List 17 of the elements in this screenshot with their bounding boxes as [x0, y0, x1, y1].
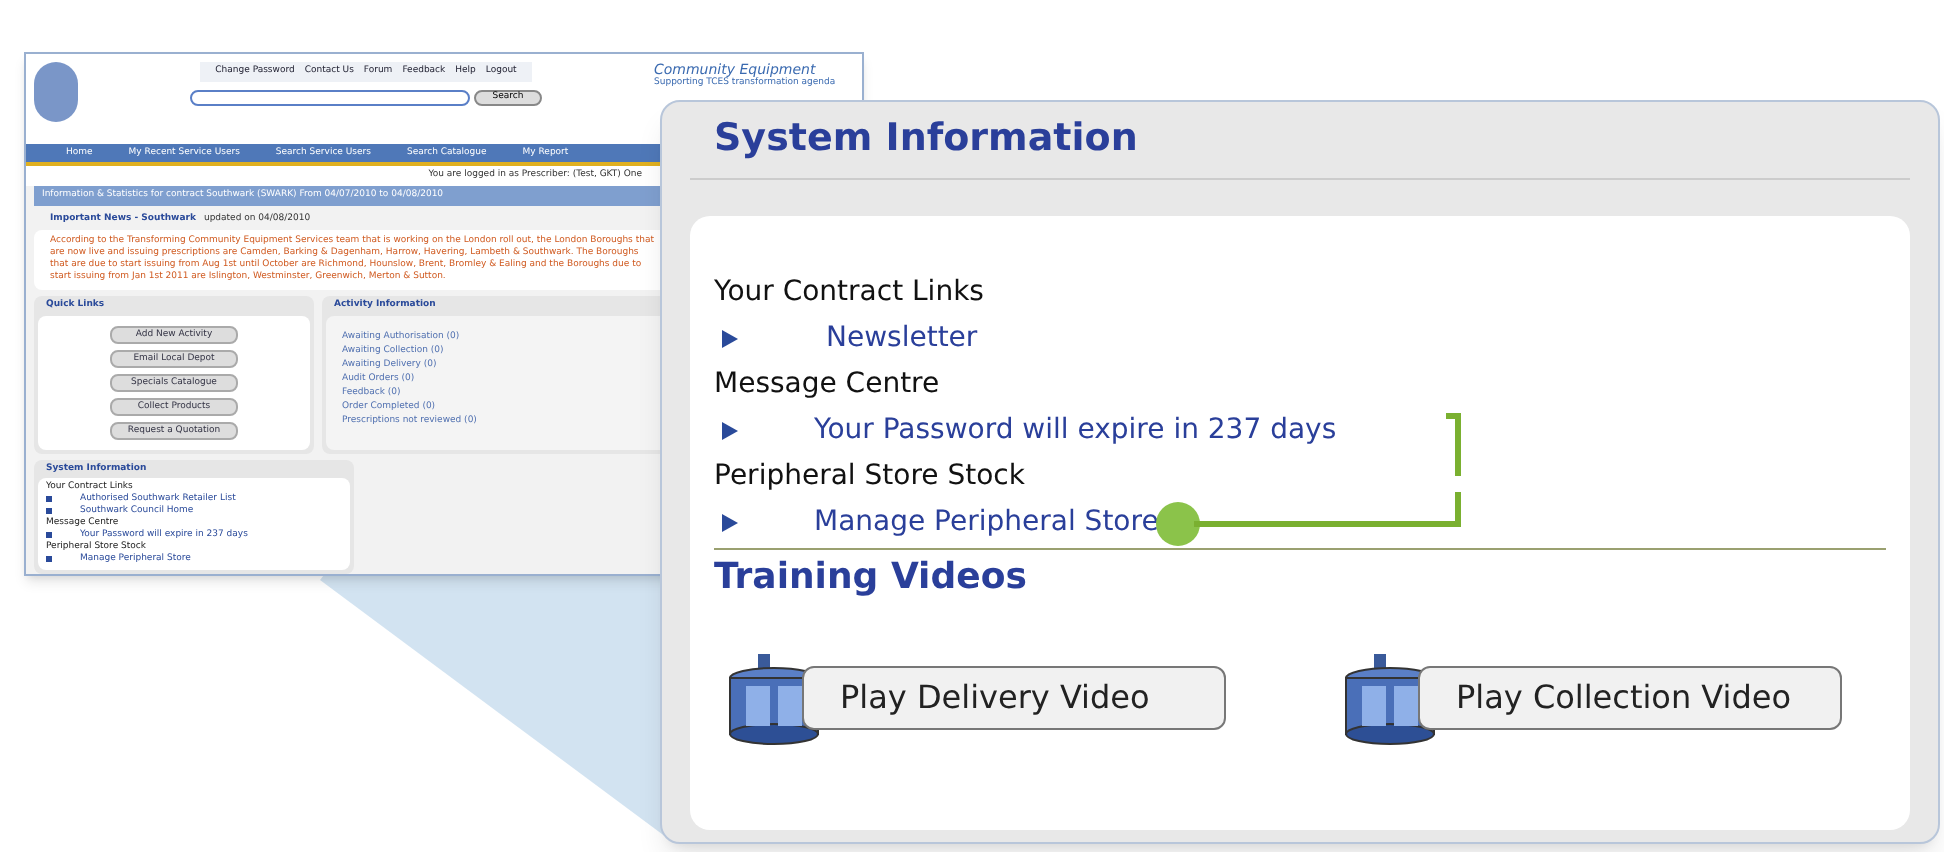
triangle-bullet-icon — [722, 329, 738, 347]
system-link[interactable]: Your Password will expire in 237 days — [814, 408, 1337, 452]
play-video-button[interactable]: Play Collection Video — [1418, 666, 1842, 730]
play-video-button[interactable]: Play Delivery Video — [802, 666, 1226, 730]
section-title: Training Videos — [714, 554, 1029, 602]
system-link[interactable]: Manage Peripheral Store — [814, 500, 1159, 544]
triangle-bullet-icon — [722, 421, 738, 439]
bullet-icon — [46, 496, 52, 502]
bullet-icon — [46, 508, 52, 514]
triangle-bullet-icon — [722, 513, 738, 531]
section-heading: Message Centre — [714, 366, 942, 404]
bullet-icon — [46, 532, 52, 538]
panel-title: System Information — [712, 114, 1140, 164]
system-link[interactable]: Newsletter — [826, 316, 978, 360]
bullet-icon — [46, 556, 52, 562]
section-heading: Peripheral Store Stock — [714, 458, 1027, 496]
search-field[interactable] — [190, 90, 471, 106]
